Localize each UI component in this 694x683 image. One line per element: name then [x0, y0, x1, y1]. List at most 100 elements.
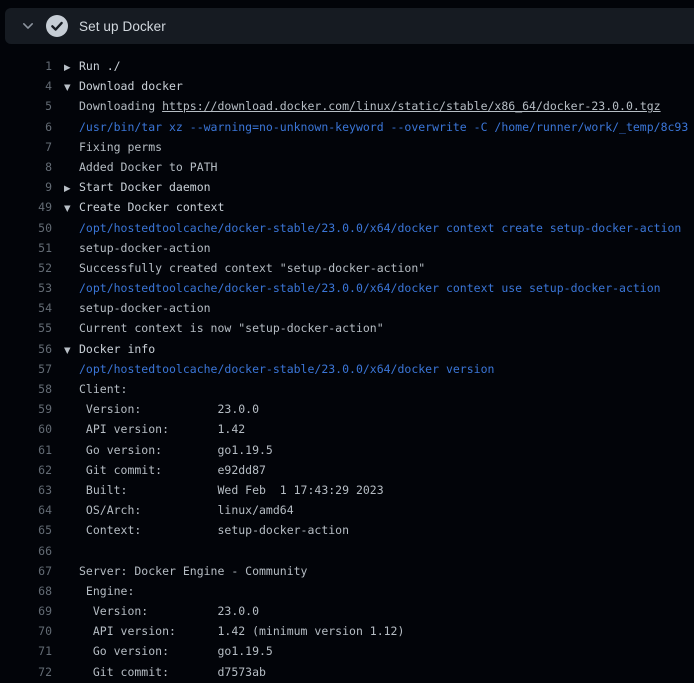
log-line: 72 Git commit: d7573ab	[0, 662, 694, 682]
log-line: 67 Server: Docker Engine - Community	[0, 561, 694, 581]
group-title: Run ./	[79, 59, 121, 73]
log-line: 61 Go version: go1.19.5	[0, 440, 694, 460]
log-text: Current context is now "setup-docker-act…	[79, 321, 384, 335]
line-number[interactable]: 9	[0, 177, 52, 197]
line-number[interactable]: 69	[0, 601, 52, 621]
log-text: /opt/hostedtoolcache/docker-stable/23.0.…	[79, 362, 494, 376]
log-text: Downloading	[79, 99, 162, 113]
line-number[interactable]: 50	[0, 218, 52, 238]
group-toggle-expanded-icon[interactable]: ▼	[64, 78, 79, 96]
log-line: 50/opt/hostedtoolcache/docker-stable/23.…	[0, 218, 694, 238]
line-number[interactable]: 55	[0, 318, 52, 338]
group-toggle-collapsed-icon[interactable]: ▶	[64, 58, 79, 76]
line-number[interactable]: 1	[0, 56, 52, 76]
line-content: Go version: go1.19.5	[79, 440, 273, 460]
group-toggle-collapsed-icon[interactable]: ▶	[64, 179, 79, 197]
log-line: 49 ▼Create Docker context	[0, 197, 694, 217]
log-text: Successfully created context "setup-dock…	[79, 261, 425, 275]
line-number[interactable]: 52	[0, 258, 52, 278]
line-content: Engine:	[79, 581, 134, 601]
log-line: 8Added Docker to PATH	[0, 157, 694, 177]
download-url-link[interactable]: https://download.docker.com/linux/static…	[162, 99, 661, 113]
log-line: 52 Successfully created context "setup-do…	[0, 258, 694, 278]
line-number[interactable]: 5	[0, 96, 52, 116]
step-header[interactable]: Set up Docker	[5, 8, 694, 44]
line-content: Current context is now "setup-docker-act…	[79, 318, 384, 338]
line-content: Git commit: e92dd87	[79, 460, 266, 480]
line-number[interactable]: 51	[0, 238, 52, 258]
group-title: Download docker	[79, 79, 183, 93]
line-number[interactable]: 59	[0, 399, 52, 419]
line-number[interactable]: 53	[0, 278, 52, 298]
log-text: Version: 23.0.0	[79, 604, 259, 618]
log-line: 71 Go version: go1.19.5	[0, 641, 694, 661]
line-number[interactable]: 49	[0, 197, 52, 217]
log-line: 7 Fixing perms	[0, 137, 694, 157]
line-number[interactable]: 61	[0, 440, 52, 460]
line-number[interactable]: 66	[0, 541, 52, 561]
line-number[interactable]: 70	[0, 621, 52, 641]
log-line: 64 OS/Arch: linux/amd64	[0, 500, 694, 520]
chevron-down-icon[interactable]	[21, 19, 35, 33]
log-text: Git commit: e92dd87	[79, 463, 266, 477]
log-text: setup-docker-action	[79, 301, 211, 315]
line-number[interactable]: 58	[0, 379, 52, 399]
line-number[interactable]: 8	[0, 157, 52, 177]
line-number[interactable]: 6	[0, 117, 52, 137]
log-line: 56▼Docker info	[0, 339, 694, 359]
group-toggle-expanded-icon[interactable]: ▼	[64, 199, 79, 217]
line-content: /opt/hostedtoolcache/docker-stable/23.0.…	[79, 359, 494, 379]
line-content: /opt/hostedtoolcache/docker-stable/23.0.…	[79, 218, 681, 238]
log-line: 63 Built: Wed Feb 1 17:43:29 2023	[0, 480, 694, 500]
line-number[interactable]: 57	[0, 359, 52, 379]
log-text: /opt/hostedtoolcache/docker-stable/23.0.…	[79, 221, 681, 235]
log-line: 54 setup-docker-action	[0, 298, 694, 318]
group-toggle-expanded-icon[interactable]: ▼	[64, 341, 79, 359]
log-text: API version: 1.42	[79, 422, 245, 436]
line-content: Version: 23.0.0	[79, 601, 259, 621]
log-line: 55 Current context is now "setup-docker-a…	[0, 318, 694, 338]
line-content: Context: setup-docker-action	[79, 520, 349, 540]
line-number[interactable]: 67	[0, 561, 52, 581]
log-text: Go version: go1.19.5	[79, 644, 273, 658]
log-line: 66	[0, 541, 694, 561]
line-content: OS/Arch: linux/amd64	[79, 500, 294, 520]
line-content: Client:	[79, 379, 127, 399]
log-text: /opt/hostedtoolcache/docker-stable/23.0.…	[79, 281, 661, 295]
log-line: 58 Client:	[0, 379, 694, 399]
log-text: Client:	[79, 382, 127, 396]
line-content: ▼Create Docker context	[64, 197, 224, 217]
log-text: Context: setup-docker-action	[79, 523, 349, 537]
line-number[interactable]: 71	[0, 641, 52, 661]
log-line: 60 API version: 1.42	[0, 419, 694, 439]
line-number[interactable]: 60	[0, 419, 52, 439]
log-line: 62 Git commit: e92dd87	[0, 460, 694, 480]
log-text: /usr/bin/tar xz --warning=no-unknown-key…	[79, 120, 688, 134]
line-content: API version: 1.42	[79, 419, 245, 439]
log-text: Go version: go1.19.5	[79, 443, 273, 457]
line-number[interactable]: 56	[0, 339, 52, 359]
log-line: 68 Engine:	[0, 581, 694, 601]
line-number[interactable]: 64	[0, 500, 52, 520]
log-text: Git commit: d7573ab	[79, 665, 266, 679]
check-circle-icon	[46, 15, 68, 37]
line-content: setup-docker-action	[79, 238, 211, 258]
line-number[interactable]: 72	[0, 662, 52, 682]
log-line: 65 Context: setup-docker-action	[0, 520, 694, 540]
log-line: 4 ▼Download docker	[0, 76, 694, 96]
log-line: 1 ▶Run ./	[0, 56, 694, 76]
line-number[interactable]: 4	[0, 76, 52, 96]
line-content: Built: Wed Feb 1 17:43:29 2023	[79, 480, 384, 500]
line-number[interactable]: 68	[0, 581, 52, 601]
log-text: Version: 23.0.0	[79, 402, 259, 416]
line-content: Fixing perms	[79, 137, 162, 157]
line-number[interactable]: 7	[0, 137, 52, 157]
line-content: Successfully created context "setup-dock…	[79, 258, 425, 278]
log-line: 5 Downloading https://download.docker.com…	[0, 96, 694, 116]
line-number[interactable]: 63	[0, 480, 52, 500]
line-content: Git commit: d7573ab	[79, 662, 266, 682]
line-content: Server: Docker Engine - Community	[79, 561, 307, 581]
line-number[interactable]: 62	[0, 460, 52, 480]
line-number[interactable]: 65	[0, 520, 52, 540]
line-number[interactable]: 54	[0, 298, 52, 318]
